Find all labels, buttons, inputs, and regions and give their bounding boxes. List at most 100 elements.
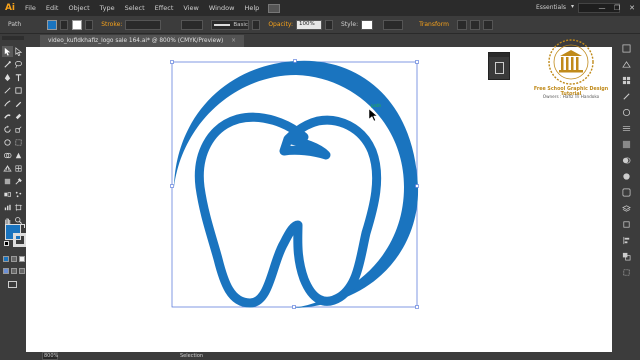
stroke-weight-field[interactable] — [125, 19, 162, 30]
draw-inside-icon[interactable] — [19, 268, 25, 274]
navigator-icon[interactable] — [495, 62, 504, 74]
align-icon[interactable] — [456, 19, 467, 30]
menu-select[interactable]: Select — [120, 0, 150, 16]
document-tab[interactable]: video_kufidkhafiz_logo sale 164.ai* @ 80… — [40, 35, 244, 47]
color-panel-icon[interactable] — [620, 42, 632, 54]
color-mode-icon[interactable] — [3, 256, 9, 262]
menu-window[interactable]: Window — [204, 0, 240, 16]
magic-wand-tool-icon[interactable] — [2, 59, 13, 70]
pathfinder-icon[interactable] — [620, 250, 632, 262]
stroke-color-box[interactable] — [13, 233, 27, 247]
opacity-label[interactable]: Opacity: — [268, 21, 293, 28]
menu-type[interactable]: Type — [95, 0, 120, 16]
chevron-down-icon[interactable]: ▾ — [571, 3, 574, 10]
bbox-handle[interactable] — [415, 305, 419, 309]
column-graph-tool-icon[interactable] — [2, 202, 13, 213]
line-tool-icon[interactable] — [2, 85, 13, 96]
gradient-panel-icon[interactable] — [620, 138, 632, 150]
menu-view[interactable]: View — [178, 0, 203, 16]
lasso-tool-icon[interactable] — [13, 59, 24, 70]
brush-dropdown[interactable]: Basic — [211, 19, 250, 30]
rotate-tool-icon[interactable] — [2, 124, 13, 135]
menu-edit[interactable]: Edit — [41, 0, 64, 16]
floating-panel[interactable] — [488, 52, 510, 80]
anchor-point[interactable] — [170, 184, 174, 188]
direct-selection-tool-icon[interactable] — [13, 46, 24, 57]
mesh-tool-icon[interactable] — [13, 163, 24, 174]
type-tool-icon[interactable] — [13, 72, 24, 83]
layers-icon[interactable] — [620, 202, 632, 214]
panel-grip[interactable] — [489, 53, 509, 57]
symbol-sprayer-tool-icon[interactable] — [13, 189, 24, 200]
bbox-handle[interactable] — [415, 60, 419, 64]
anchor-point[interactable] — [292, 305, 296, 309]
transparency-icon[interactable] — [620, 154, 632, 166]
graphic-styles-icon[interactable] — [620, 186, 632, 198]
tooth-outline[interactable] — [194, 112, 382, 308]
transform-link[interactable]: Transform — [419, 21, 449, 28]
bridge-icon[interactable] — [268, 3, 281, 13]
document-setup-button[interactable] — [383, 19, 404, 30]
transform-panel-icon[interactable] — [620, 266, 632, 278]
none-mode-icon[interactable] — [19, 256, 25, 262]
stroke-label[interactable]: Stroke: — [101, 21, 122, 28]
fill-dropdown[interactable] — [60, 19, 69, 30]
blend-tool-icon[interactable] — [2, 189, 13, 200]
tooth-logo-artwork[interactable] — [26, 47, 612, 352]
opacity-arrow[interactable] — [325, 19, 333, 30]
menu-help[interactable]: Help — [239, 0, 264, 16]
selection-tool-icon[interactable] — [2, 46, 13, 57]
distribute-icon[interactable] — [469, 19, 480, 30]
outer-crescent[interactable] — [174, 60, 419, 309]
stroke-panel-icon[interactable] — [620, 122, 632, 134]
swatches-icon[interactable] — [620, 74, 632, 86]
eyedropper-tool-icon[interactable] — [13, 176, 24, 187]
default-colors-icon[interactable] — [4, 241, 9, 246]
scale-tool-icon[interactable] — [13, 124, 24, 135]
opacity-field[interactable]: 100% — [296, 19, 322, 30]
stroke-swatch[interactable] — [72, 19, 83, 30]
close-icon[interactable]: × — [231, 38, 236, 44]
warp-tool-icon[interactable] — [2, 137, 13, 148]
symbols-icon[interactable] — [620, 106, 632, 118]
stroke-dropdown[interactable] — [85, 19, 94, 30]
minimize-button[interactable]: — — [596, 2, 608, 13]
toolbar-grip[interactable] — [2, 36, 24, 40]
pencil-tool-icon[interactable] — [13, 98, 24, 109]
style-swatch[interactable] — [361, 19, 374, 30]
workspace-switcher[interactable]: Essentials — [536, 4, 566, 11]
shape-builder-tool-icon[interactable] — [2, 150, 13, 161]
variable-width-dropdown[interactable] — [181, 19, 204, 30]
appearance-icon[interactable] — [620, 170, 632, 182]
fill-swatch[interactable] — [47, 19, 58, 30]
artboard-tool-icon[interactable] — [13, 202, 24, 213]
color-guide-icon[interactable] — [620, 58, 632, 70]
brush-library-button[interactable] — [252, 19, 261, 30]
pen-tool-icon[interactable] — [2, 72, 13, 83]
gradient-mode-icon[interactable] — [11, 256, 17, 262]
gradient-tool-icon[interactable] — [2, 176, 13, 187]
isolate-icon[interactable] — [482, 19, 493, 30]
rectangle-tool-icon[interactable] — [13, 85, 24, 96]
zoom-level-field[interactable]: 800% — [42, 352, 58, 360]
paintbrush-tool-icon[interactable] — [2, 98, 13, 109]
bbox-handle[interactable] — [170, 60, 174, 64]
swap-colors-icon[interactable] — [21, 224, 25, 228]
eraser-tool-icon[interactable] — [13, 111, 24, 122]
menu-effect[interactable]: Effect — [150, 0, 179, 16]
live-paint-tool-icon[interactable] — [13, 150, 24, 161]
menu-file[interactable]: File — [20, 0, 41, 16]
close-button[interactable]: ✕ — [626, 2, 638, 13]
perspective-grid-tool-icon[interactable] — [2, 163, 13, 174]
blob-brush-tool-icon[interactable] — [2, 111, 13, 122]
status-tool-label[interactable]: Selection — [180, 352, 203, 360]
brushes-icon[interactable] — [620, 90, 632, 102]
draw-behind-icon[interactable] — [11, 268, 17, 274]
anchor-point[interactable] — [293, 59, 297, 63]
artboards-icon[interactable] — [620, 218, 632, 230]
anchor-point[interactable] — [415, 184, 419, 188]
screen-mode-icon[interactable] — [8, 281, 17, 288]
align-panel-icon[interactable] — [620, 234, 632, 246]
free-transform-tool-icon[interactable] — [13, 137, 24, 148]
restore-button[interactable]: ❐ — [611, 2, 623, 13]
